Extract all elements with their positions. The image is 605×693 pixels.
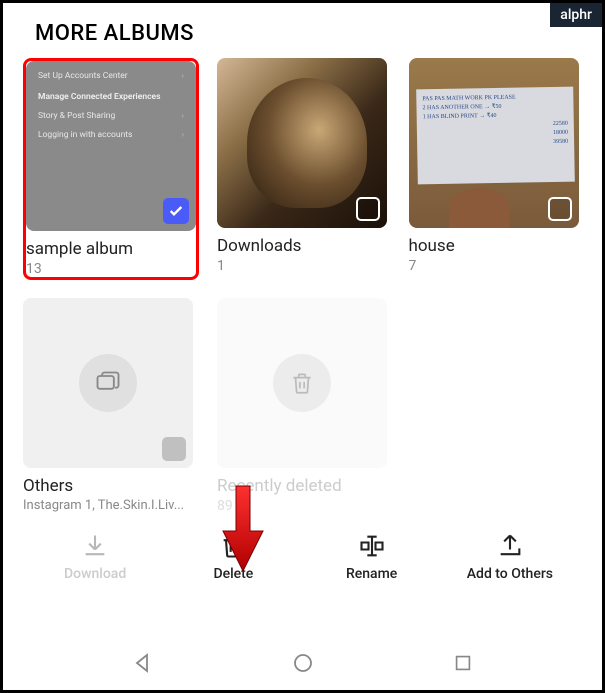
back-icon[interactable] [131, 651, 155, 675]
album-name: Others [23, 476, 199, 496]
unselected-check-icon [356, 197, 380, 221]
album-thumbnail [23, 298, 193, 468]
gallery-screen: MORE ALBUMS Set Up Accounts Center› Mana… [3, 3, 602, 630]
trash-icon [219, 532, 247, 560]
rename-icon [358, 532, 386, 560]
download-icon [81, 532, 109, 560]
album-name: Downloads [217, 236, 391, 256]
action-label: Add to Others [467, 566, 553, 582]
download-button: Download [50, 532, 140, 582]
action-bar: Download Delete Rename Add to Others [21, 522, 584, 600]
unselected-check-icon [548, 197, 572, 221]
action-label: Rename [346, 566, 397, 582]
album-thumbnail [217, 58, 387, 228]
album-count: 1 [217, 258, 391, 274]
system-nav-bar [3, 635, 602, 690]
album-name: Recently deleted [217, 476, 391, 496]
rename-button[interactable]: Rename [327, 532, 417, 582]
selected-check-icon [163, 198, 189, 224]
album-subtitle: Instagram 1, The.Skin.I.Liv... [23, 498, 193, 513]
album-others[interactable]: Others Instagram 1, The.Skin.I.Liv... [23, 298, 199, 514]
unselected-check-icon [162, 437, 186, 461]
album-sample[interactable]: Set Up Accounts Center› Manage Connected… [23, 58, 199, 280]
album-grid: Set Up Accounts Center› Manage Connected… [21, 58, 584, 514]
album-thumbnail [217, 298, 387, 468]
album-downloads[interactable]: Downloads 1 [217, 58, 391, 280]
album-name: sample album [26, 239, 196, 259]
album-count: 89 [217, 498, 391, 514]
trash-icon [273, 354, 331, 412]
add-icon [496, 532, 524, 560]
settings-row: Logging in with accounts› [38, 130, 184, 140]
album-thumbnail: Set Up Accounts Center› Manage Connected… [26, 61, 196, 231]
action-label: Download [64, 566, 126, 582]
album-count: 7 [409, 258, 583, 274]
album-house[interactable]: PAS PAS MATH WORK PK PLEASE 2 HAS ANOTHE… [409, 58, 583, 280]
album-name: house [409, 236, 583, 256]
folder-icon [79, 354, 137, 412]
settings-heading: Manage Connected Experiences [38, 92, 184, 102]
alphr-badge: alphr [550, 3, 602, 27]
album-thumbnail: PAS PAS MATH WORK PK PLEASE 2 HAS ANOTHE… [409, 58, 579, 228]
add-to-others-button[interactable]: Add to Others [465, 532, 555, 582]
page-title: MORE ALBUMS [21, 21, 584, 46]
settings-row: Set Up Accounts Center› [38, 71, 184, 81]
album-recently-deleted[interactable]: Recently deleted 89 [217, 298, 391, 514]
delete-button[interactable]: Delete [188, 532, 278, 582]
action-label: Delete [213, 566, 253, 582]
home-icon[interactable] [291, 651, 315, 675]
album-count: 13 [26, 261, 196, 277]
settings-row: Story & Post Sharing› [38, 111, 184, 121]
recent-icon[interactable] [452, 652, 474, 674]
